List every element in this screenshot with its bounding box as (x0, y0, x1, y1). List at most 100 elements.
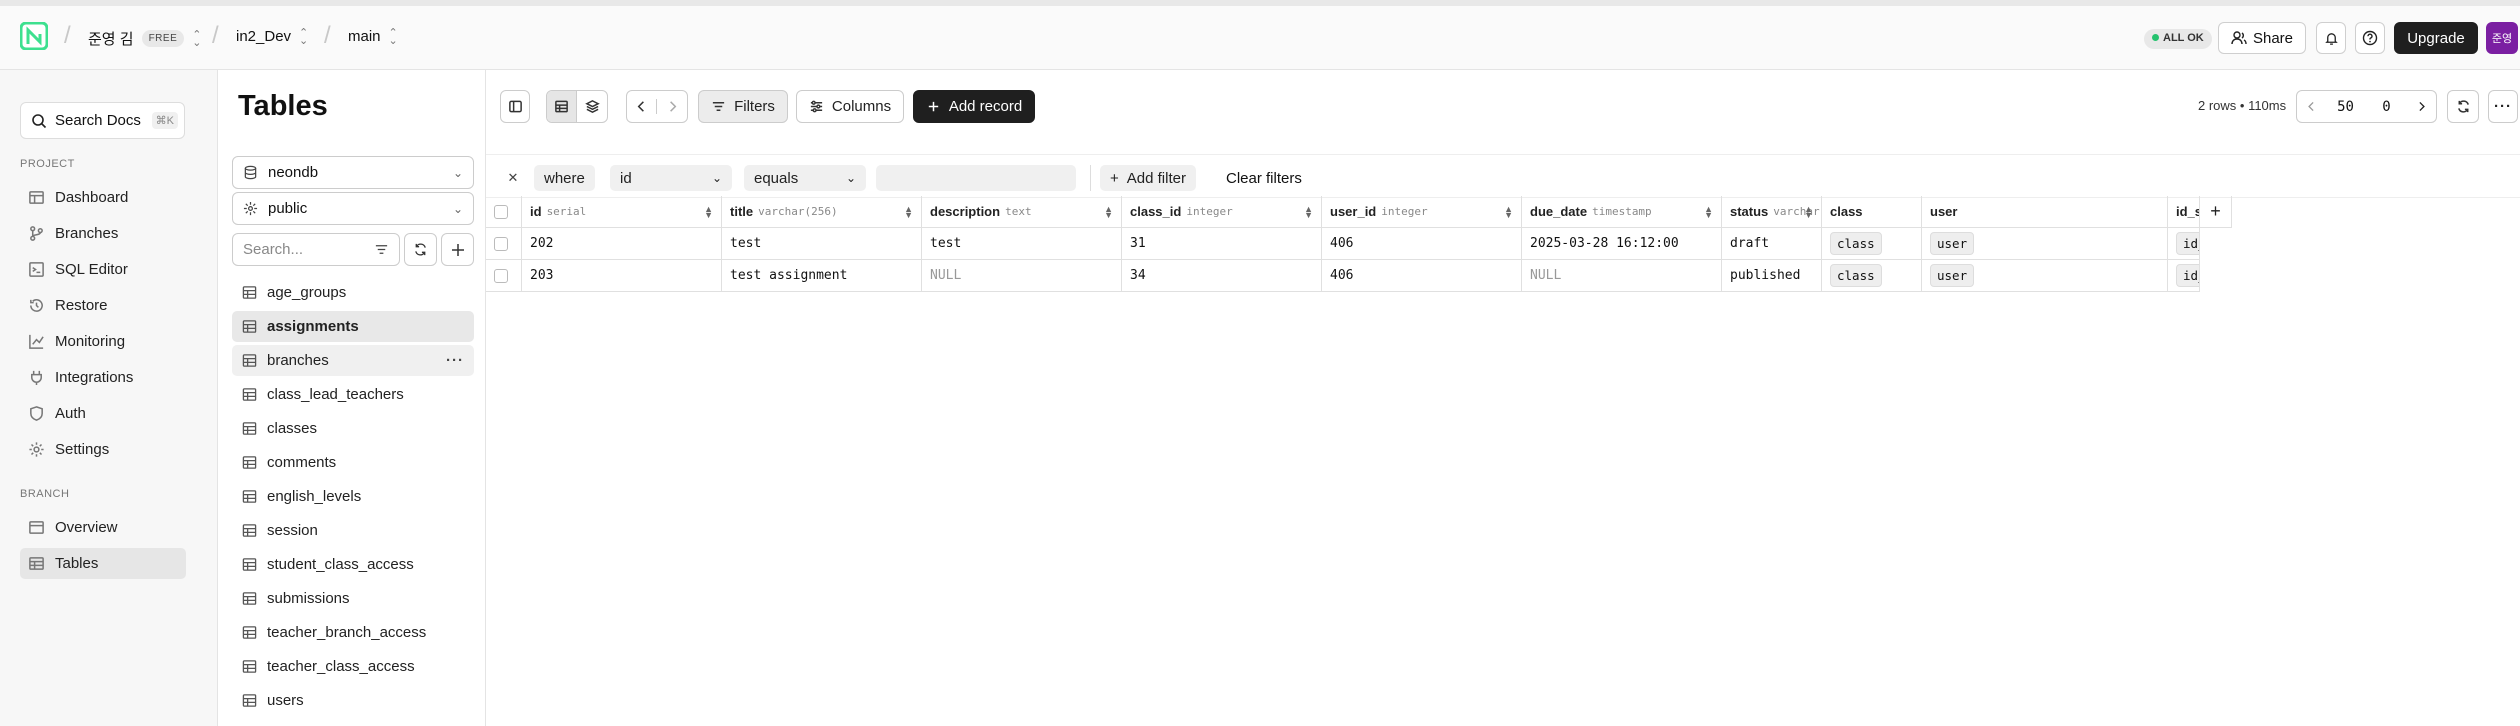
schema-view-button[interactable] (577, 91, 607, 122)
table-list-item[interactable]: session (232, 515, 474, 546)
database-select[interactable]: neondb ⌄ (232, 156, 474, 189)
column-header[interactable]: description text ▲ ▼ (922, 196, 1122, 228)
filter-value-input[interactable] (876, 165, 1076, 191)
avatar[interactable]: 준영 (2486, 22, 2518, 54)
table-cell-class[interactable]: class (1822, 260, 1922, 292)
table-cell-user-id[interactable]: 406 (1322, 228, 1522, 260)
org-selector[interactable]: 준영 김 FREE ⌃ ⌄ (88, 28, 201, 49)
filter-column-select[interactable]: id ⌄ (610, 165, 732, 191)
table-list-item[interactable]: assignments (232, 311, 474, 342)
upgrade-button[interactable]: Upgrade (2394, 22, 2478, 54)
sidebar-item-integrations[interactable]: Integrations (20, 362, 186, 393)
sort-icon[interactable]: ▲ ▼ (904, 204, 913, 219)
sort-icon[interactable]: ▲ ▼ (1804, 204, 1813, 219)
ellipsis-icon[interactable]: ··· (446, 352, 464, 369)
table-cell-title[interactable]: test assignment (722, 260, 922, 292)
table-cell-description[interactable]: test (922, 228, 1122, 260)
table-search-input[interactable]: Search... (232, 233, 400, 266)
help-button[interactable] (2355, 22, 2385, 54)
column-header[interactable]: user_id integer ▲ ▼ (1322, 196, 1522, 228)
notifications-button[interactable] (2316, 22, 2346, 54)
table-list-item[interactable]: branches ··· (232, 345, 474, 376)
sort-icon[interactable]: ▲ ▼ (704, 204, 713, 219)
project-selector[interactable]: in2_Dev ⌃ ⌄ (236, 27, 308, 46)
remove-filter-button[interactable]: ✕ (502, 165, 524, 191)
table-cell-description[interactable]: NULL (922, 260, 1122, 292)
table-cell-user[interactable]: user (1922, 260, 2168, 292)
column-header[interactable]: id serial ▲ ▼ (522, 196, 722, 228)
sidebar-item-settings[interactable]: Settings (20, 434, 186, 465)
checkbox[interactable] (494, 204, 508, 219)
table-cell-rel[interactable]: id_submissions_assignment_id (2168, 260, 2200, 292)
prev-page-button[interactable] (2296, 90, 2326, 123)
search-docs-button[interactable]: Search Docs ⌘K (20, 102, 185, 139)
table-list-item[interactable]: comments (232, 447, 474, 478)
table-cell-class[interactable]: class (1822, 228, 1922, 260)
schema-select[interactable]: public ⌄ (232, 192, 474, 225)
table-list-item[interactable]: class_lead_teachers (232, 379, 474, 410)
refresh-tables-button[interactable] (404, 233, 437, 266)
grid-view-button[interactable] (547, 91, 577, 122)
select-all-checkbox-cell[interactable] (486, 196, 522, 228)
column-header[interactable]: title varchar(256) ▲ ▼ (722, 196, 922, 228)
column-header[interactable]: status varchar(50)▲▼ (1722, 196, 1822, 228)
columns-button[interactable]: Columns (796, 90, 904, 123)
branch-selector[interactable]: main ⌃ ⌄ (348, 27, 398, 46)
sort-icon[interactable]: ▲ ▼ (1704, 204, 1713, 219)
filter-operator-select[interactable]: equals ⌄ (744, 165, 866, 191)
table-cell-status[interactable]: draft (1722, 228, 1822, 260)
sidebar-item-monitoring[interactable]: Monitoring (20, 326, 186, 357)
sort-icon[interactable]: ▲ ▼ (1504, 204, 1513, 219)
add-table-button[interactable] (441, 233, 474, 266)
table-cell-status[interactable]: published (1722, 260, 1822, 292)
toggle-sidebar-button[interactable] (500, 90, 530, 123)
column-header[interactable]: due_date timestamp ▲ ▼ (1522, 196, 1722, 228)
column-header[interactable]: id_submissions_assignment_id (2168, 196, 2200, 228)
neon-logo-icon[interactable] (20, 22, 48, 50)
add-column-button[interactable]: + (2200, 196, 2232, 228)
sidebar-item-dashboard[interactable]: Dashboard (20, 182, 186, 213)
table-list-item[interactable]: student_class_access (232, 549, 474, 580)
add-filter-button[interactable]: + Add filter (1100, 165, 1196, 191)
table-cell-title[interactable]: test (722, 228, 922, 260)
checkbox[interactable] (494, 268, 508, 283)
row-checkbox-cell[interactable] (486, 228, 522, 260)
table-list-item[interactable]: teacher_branch_access (232, 617, 474, 648)
sidebar-item-auth[interactable]: Auth (20, 398, 186, 429)
table-row[interactable]: 202 test test 31 406 2025-03-28 16:12:00 draft… (486, 228, 2200, 260)
table-cell-due-date[interactable]: 2025-03-28 16:12:00 (1522, 228, 1722, 260)
table-list-item[interactable]: users (232, 685, 474, 716)
refresh-data-button[interactable] (2447, 90, 2479, 123)
filter-icon[interactable] (374, 242, 389, 257)
filters-button[interactable]: Filters (698, 90, 788, 123)
sort-icon[interactable]: ▲ ▼ (1104, 204, 1113, 219)
table-list-item[interactable]: submissions (232, 583, 474, 614)
sidebar-item-overview[interactable]: Overview (20, 512, 186, 543)
table-cell-class-id[interactable]: 34 (1122, 260, 1322, 292)
table-list-item[interactable]: english_levels (232, 481, 474, 512)
row-checkbox-cell[interactable] (486, 260, 522, 292)
status-badge[interactable]: ALL OK (2144, 29, 2212, 49)
column-header[interactable]: user (1922, 196, 2168, 228)
table-list-item[interactable]: classes (232, 413, 474, 444)
column-header[interactable]: class (1822, 196, 1922, 228)
sidebar-item-branches[interactable]: Branches (20, 218, 186, 249)
page-size-input[interactable]: 50 (2325, 90, 2367, 123)
add-record-button[interactable]: Add record (913, 90, 1035, 123)
sidebar-item-sql-editor[interactable]: SQL Editor (20, 254, 186, 285)
table-cell-user[interactable]: user (1922, 228, 2168, 260)
sort-icon[interactable]: ▲ ▼ (1304, 204, 1313, 219)
next-page-button[interactable] (2407, 90, 2437, 123)
clear-filters-button[interactable]: Clear filters (1226, 170, 1302, 187)
forward-button[interactable] (657, 99, 687, 114)
table-list-item[interactable]: teacher_class_access (232, 651, 474, 682)
table-cell-rel[interactable]: id_submissions_assignment_id (2168, 228, 2200, 260)
table-cell-user-id[interactable]: 406 (1322, 260, 1522, 292)
table-list-item[interactable]: age_groups (232, 277, 474, 308)
share-button[interactable]: Share (2218, 22, 2306, 54)
sidebar-item-tables[interactable]: Tables (20, 548, 186, 579)
table-row[interactable]: 203 test assignment NULL 34 406 NULL published… (486, 260, 2200, 292)
checkbox[interactable] (494, 236, 508, 251)
table-cell-id[interactable]: 202 (522, 228, 722, 260)
sidebar-item-restore[interactable]: Restore (20, 290, 186, 321)
